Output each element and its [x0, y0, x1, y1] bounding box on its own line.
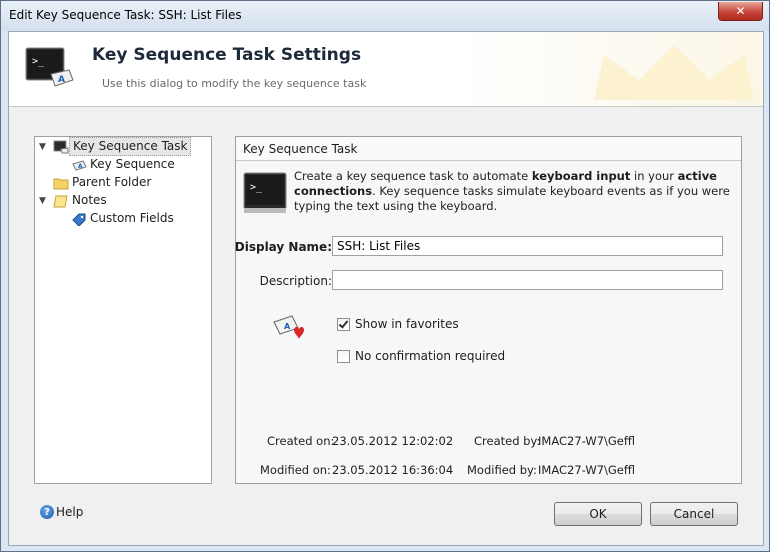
tree-item-notes[interactable]: Notes	[53, 192, 110, 209]
keyboard-icon: A	[72, 159, 87, 171]
modified-on-label: Modified on:	[260, 463, 331, 477]
tree-item-label: Key Sequence Task	[69, 137, 192, 156]
modified-on-value: 23.05.2012 16:36:04	[332, 463, 454, 477]
display-name-label: Display Name:	[234, 240, 332, 254]
tree-item-key-sequence-task[interactable]: Key Sequence Task	[53, 137, 192, 156]
favorites-keyboard-icon: A	[273, 315, 304, 339]
description-label: Description:	[259, 274, 332, 288]
svg-text:>_: >_	[250, 182, 263, 193]
close-button[interactable]: ✕	[718, 2, 763, 21]
modified-by-label: Modified by:	[467, 463, 537, 477]
help-icon: ?	[40, 505, 54, 519]
no-confirmation-checkbox[interactable]: No confirmation required	[337, 349, 505, 363]
page-subtitle: Use this dialog to modify the key sequen…	[102, 77, 367, 90]
dialog-header: >_ A Key Sequence Task Settings Use this…	[9, 32, 763, 107]
dialog-window: Edit Key Sequence Task: SSH: List Files …	[0, 0, 770, 552]
tree-item-parent-folder[interactable]: Parent Folder	[53, 174, 154, 191]
tree-item-label: Parent Folder	[72, 175, 152, 189]
svg-text:A: A	[58, 75, 65, 85]
no-confirmation-label: No confirmation required	[355, 349, 506, 363]
created-by-value: IMAC27-W7\Geffl	[538, 434, 635, 448]
window-title: Edit Key Sequence Task: SSH: List Files	[9, 8, 242, 22]
help-link[interactable]: ? Help	[40, 505, 83, 519]
svg-text:A: A	[284, 322, 291, 331]
tag-icon	[72, 213, 86, 226]
tree-item-key-sequence[interactable]: A Key Sequence	[71, 156, 178, 173]
notes-icon	[53, 195, 68, 207]
group-title: Key Sequence Task	[236, 137, 741, 161]
svg-text:A: A	[78, 163, 83, 170]
svg-text:>_: >_	[32, 56, 45, 67]
description-input[interactable]	[332, 270, 723, 290]
cancel-button[interactable]: Cancel	[650, 502, 738, 526]
show-in-favorites-label: Show in favorites	[355, 317, 459, 331]
tree-item-label: Notes	[72, 193, 107, 207]
created-by-label: Created by:	[474, 434, 541, 448]
created-on-label: Created on:	[267, 434, 335, 448]
checkbox-checked-icon[interactable]	[337, 317, 350, 331]
ok-button[interactable]: OK	[554, 502, 642, 526]
display-name-input[interactable]	[332, 236, 723, 256]
info-text: Create a key sequence task to automate k…	[294, 169, 730, 213]
crown-watermark-icon	[594, 45, 754, 100]
modified-by-value: IMAC27-W7\Geffl	[538, 463, 635, 477]
folder-icon	[53, 178, 69, 189]
title-bar[interactable]: Edit Key Sequence Task: SSH: List Files …	[1, 1, 769, 31]
expand-arrow-icon[interactable]: ▼	[39, 196, 46, 206]
terminal-icon: >_	[243, 172, 287, 213]
help-label: Help	[56, 505, 84, 519]
expand-arrow-icon[interactable]: ▼	[39, 142, 46, 152]
created-on-value: 23.05.2012 12:02:02	[332, 434, 454, 448]
show-in-favorites-checkbox[interactable]: Show in favorites	[337, 317, 459, 331]
terminal-keyboard-icon: >_ A	[25, 47, 74, 87]
tree-item-label: Custom Fields	[90, 211, 174, 225]
settings-tree[interactable]: ▼ Key Sequence Task A Key Sequence Paren…	[34, 136, 212, 484]
settings-group: Key Sequence Task >_ Create a key sequen…	[235, 136, 742, 484]
dialog-client: >_ A Key Sequence Task Settings Use this…	[8, 31, 764, 546]
checkbox-unchecked-icon[interactable]	[337, 349, 350, 363]
tree-item-label: Key Sequence	[90, 157, 175, 171]
tree-item-custom-fields[interactable]: Custom Fields	[71, 210, 177, 227]
key-sequence-task-icon	[53, 140, 69, 153]
page-title: Key Sequence Task Settings	[92, 45, 362, 65]
